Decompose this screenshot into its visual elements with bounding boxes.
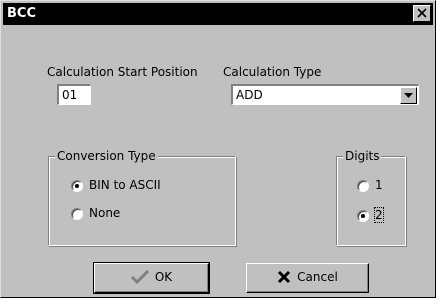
dropdown-arrow-button[interactable] — [400, 87, 417, 104]
radio-selected-dot — [361, 214, 365, 218]
calc-type-label: Calculation Type — [223, 65, 322, 79]
x-mark-icon — [278, 270, 291, 284]
radio-selected-dot — [75, 184, 79, 188]
cancel-button[interactable]: Cancel — [246, 263, 369, 293]
calc-start-input[interactable]: 01 — [57, 84, 91, 105]
close-x-icon — [417, 8, 427, 18]
calc-start-label: Calculation Start Position — [47, 65, 198, 79]
radio-digits-2-label: 2 — [374, 207, 384, 223]
chevron-down-icon — [404, 93, 413, 98]
cancel-button-label: Cancel — [297, 270, 338, 284]
calc-type-select[interactable]: ADD — [231, 84, 419, 105]
title-bar[interactable]: BCC — [3, 3, 433, 25]
ok-button-label: OK — [154, 270, 173, 284]
radio-bin-to-ascii-label: BIN to ASCII — [89, 178, 161, 192]
digits-title: Digits — [343, 149, 382, 163]
window-title: BCC — [7, 6, 36, 21]
checkmark-icon — [130, 270, 149, 284]
ok-button[interactable]: OK — [93, 262, 210, 294]
close-button[interactable] — [413, 5, 431, 22]
calc-start-value: 01 — [62, 88, 78, 102]
conversion-type-title: Conversion Type — [55, 149, 158, 163]
radio-digits-1-label: 1 — [375, 178, 383, 192]
digits-group: Digits 1 2 — [336, 149, 406, 246]
radio-none-label: None — [89, 206, 121, 220]
bcc-dialog: BCC Calculation Start Position 01 Calcul… — [0, 0, 436, 298]
calc-type-selected: ADD — [236, 88, 263, 102]
conversion-type-group: Conversion Type BIN to ASCII None — [48, 149, 236, 246]
